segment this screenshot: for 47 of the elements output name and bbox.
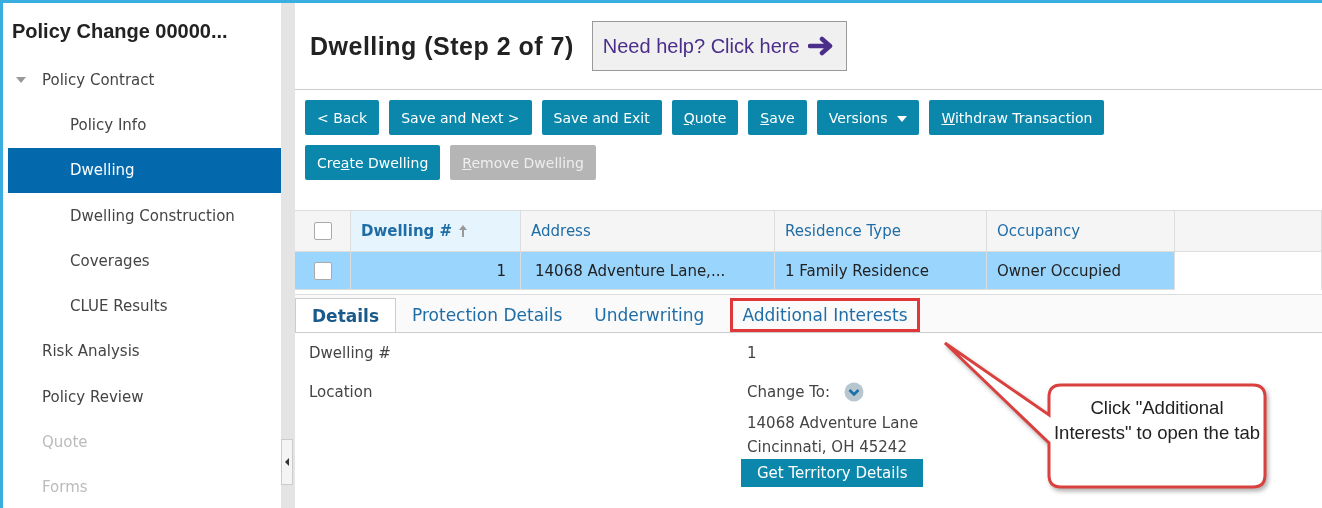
tab[interactable]: Underwriting — [578, 298, 721, 332]
table-cell: Owner Occupied — [997, 261, 1121, 280]
tab[interactable]: Details — [295, 298, 396, 332]
field-label: Dwelling # — [309, 342, 392, 364]
nav-item[interactable]: Dwelling Construction — [8, 192, 281, 239]
help-button[interactable]: Need help? Click here — [591, 21, 847, 71]
table-cell: 14068 Adventure Lane,... — [535, 261, 726, 280]
address-line: Cincinnati, OH 45242 — [747, 437, 908, 458]
nav-item[interactable]: Risk Analysis — [8, 328, 281, 375]
toolbar-button[interactable]: Quote — [671, 100, 739, 135]
nav-item[interactable]: Dwelling — [8, 147, 281, 193]
collapse-handle[interactable] — [281, 439, 293, 485]
callout-text: Click "Additional Interests" to open the tab — [1053, 396, 1261, 445]
address-line: 14068 Adventure Lane — [747, 413, 920, 434]
sort-up-icon — [458, 224, 469, 238]
territory-button[interactable]: Get Territory Details — [741, 459, 924, 487]
caret-icon — [897, 115, 908, 122]
field-value: 1 — [747, 343, 757, 362]
table-cell: 1 Family Residence — [785, 261, 930, 280]
table-row[interactable]: 1 14068 Adventure Lane,... 1 Family Residence Owner Occupied — [295, 252, 1322, 290]
toolbar-button[interactable]: Save and Next > — [389, 100, 532, 135]
table-cell: 1 — [496, 261, 506, 280]
column-header[interactable]: Residence Type — [775, 211, 987, 252]
nav-item[interactable]: CLUE Results — [8, 283, 281, 329]
field-value: Change To: — [747, 382, 831, 401]
row-checkbox[interactable] — [314, 261, 332, 280]
tab[interactable]: Protection Details — [396, 298, 579, 332]
nav-item[interactable]: Policy Contract — [8, 57, 281, 103]
tab[interactable]: Additional Interests — [730, 298, 920, 332]
expand-chevron-icon[interactable] — [844, 381, 865, 402]
collapse-arrow-icon[interactable] — [16, 74, 26, 85]
toolbar-button[interactable]: Create Dwelling — [305, 145, 441, 180]
toolbar-button[interactable]: Versions — [816, 100, 920, 135]
nav-item[interactable]: Policy Info — [8, 102, 281, 148]
select-all-checkbox[interactable] — [314, 222, 332, 240]
toolbar-button[interactable]: Save — [748, 100, 807, 135]
toolbar-button[interactable]: Withdraw Transaction — [929, 100, 1105, 135]
toolbar-button[interactable]: < Back — [305, 100, 380, 135]
column-header[interactable]: Dwelling # — [351, 211, 521, 252]
column-header[interactable]: Occupancy — [987, 211, 1175, 252]
nav-item[interactable]: Coverages — [8, 238, 281, 284]
field-label: Location — [309, 381, 374, 403]
nav-item[interactable]: Policy Review — [8, 374, 281, 420]
policy-title: Policy Change 00000... — [11, 20, 229, 43]
column-header[interactable]: Address — [521, 211, 775, 252]
toolbar-button[interactable]: Save and Exit — [541, 100, 662, 135]
page-title: Dwelling (Step 2 of 7) — [310, 31, 574, 61]
